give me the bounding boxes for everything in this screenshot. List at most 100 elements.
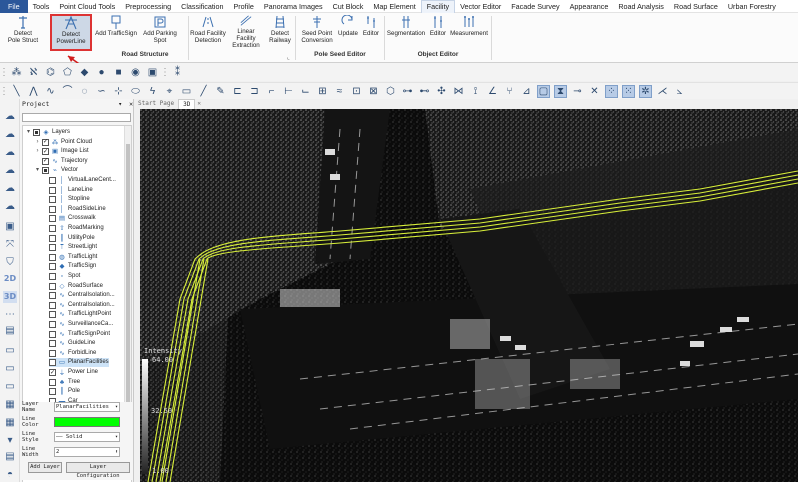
layer-visibility-checkbox[interactable]: ✓ [49, 369, 56, 376]
layer-visibility-checkbox[interactable] [49, 311, 56, 319]
layer-visibility-checkbox[interactable] [49, 273, 56, 280]
layer-tree-item[interactable]: │ LaneLine [49, 186, 93, 195]
measurement-button[interactable]: Measurement [450, 15, 488, 49]
line-style-select[interactable]: —— Solid ▾ [54, 432, 120, 442]
layer-visibility-checkbox[interactable] [49, 349, 56, 357]
dots-icon[interactable]: ⋯ [3, 309, 17, 321]
layer-tree-item[interactable]: ▫ Spot [49, 272, 80, 281]
rect-select-icon[interactable]: ■ [112, 66, 125, 79]
square-outline-icon[interactable]: ▣ [146, 66, 159, 79]
draw-split-icon[interactable]: ⟟ [469, 85, 482, 98]
detect-pole-struct-button[interactable]: Detect Pole Struct [4, 15, 42, 49]
layer-visibility-checkbox[interactable] [49, 215, 56, 223]
layer-tree-item[interactable]: ▭ PlanarFacilities [49, 358, 109, 368]
layer-visibility-checkbox[interactable] [49, 292, 56, 300]
menu-road-surface[interactable]: Road Surface [669, 0, 723, 13]
cloud-intensity-icon[interactable]: ☁ [3, 183, 17, 195]
layer-tree-item[interactable]: ⇧ RoadMarking [49, 224, 104, 233]
draw-vertex-icon[interactable]: ⊹ [112, 85, 125, 98]
tree-scrollbar[interactable] [124, 126, 131, 426]
expand-view-icon[interactable]: ⤧ [3, 239, 17, 251]
layer-tree-item[interactable]: ▾ ◈ Layers [25, 128, 70, 137]
view-3d-button[interactable]: 3D [3, 291, 17, 303]
layer-tree-item[interactable]: ◆ TrafficSign [49, 262, 96, 271]
layer-tree-item[interactable]: │ RoadSideLine [49, 205, 106, 214]
update-button[interactable]: Update [337, 15, 359, 49]
layer-visibility-checkbox[interactable] [49, 225, 56, 232]
draw-diagonal-icon[interactable]: ╱ [197, 85, 210, 98]
layer-visibility-checkbox[interactable] [49, 301, 56, 309]
rotate-points-icon[interactable]: ✲ [639, 84, 652, 98]
layer-tree-item[interactable]: ♣ Tree [49, 378, 80, 387]
add-parking-spot-button[interactable]: Add Parking Spot [140, 15, 180, 49]
circle-outline-icon[interactable]: ◉ [129, 66, 142, 79]
point-select-icon[interactable]: ⁂ [10, 66, 23, 79]
draw-corner-icon[interactable]: ⌙ [299, 85, 312, 98]
draw-step-icon[interactable]: ⌐ [265, 85, 278, 98]
split-window-icon[interactable]: ▭ [3, 363, 17, 375]
table-view-icon[interactable]: ▦ [3, 399, 17, 411]
layer-visibility-checkbox[interactable] [49, 282, 56, 290]
draw-pen-icon[interactable]: ✎ [214, 85, 227, 98]
layer-tree-item[interactable]: │ Stopline [49, 195, 90, 204]
road-facility-detection-button[interactable]: Road Facility Detection [190, 15, 226, 49]
angle-tool-icon[interactable]: ⦣ [673, 85, 686, 98]
draw-node-icon[interactable]: ⊶ [401, 85, 414, 98]
layer-visibility-checkbox[interactable] [49, 234, 56, 242]
draw-hexagon-icon[interactable]: ⬡ [384, 85, 397, 98]
layer-visibility-checkbox[interactable]: ✓ [42, 138, 49, 146]
layer-visibility-checkbox[interactable] [49, 205, 56, 213]
menu-vector-editor[interactable]: Vector Editor [455, 0, 506, 13]
draw-angle-icon[interactable]: ∠ [486, 85, 499, 98]
measure-icon[interactable]: ◓ [3, 469, 17, 481]
draw-box-icon[interactable]: ⊡ [350, 85, 363, 98]
layer-visibility-checkbox[interactable] [49, 359, 56, 367]
cross-lines-icon[interactable]: ✕ [588, 85, 601, 98]
menu-tools[interactable]: Tools [28, 0, 55, 13]
layer-visibility-checkbox[interactable] [49, 378, 56, 386]
pentagon-icon[interactable]: ⬠ [61, 66, 74, 79]
menu-panorama-images[interactable]: Panorama Images [259, 0, 328, 13]
draw-circle-icon[interactable]: ◌ [78, 85, 91, 98]
draw-polyline-icon[interactable]: ⋀ [27, 85, 40, 98]
draw-ruler-icon[interactable]: ⊢ [282, 85, 295, 98]
grid-view-icon[interactable]: ▦ [3, 417, 17, 429]
draw-branch-icon[interactable]: ⑂ [503, 85, 516, 98]
menu-appearance[interactable]: Appearance [565, 0, 614, 13]
layer-visibility-checkbox[interactable] [49, 177, 56, 184]
layer-tree-item[interactable]: │ VirtualLaneCent... [49, 176, 116, 185]
layer-configuration-button[interactable]: Layer Configuration [66, 462, 130, 479]
menu-road-analysis[interactable]: Road Analysis [613, 0, 669, 13]
layer-visibility-checkbox[interactable]: ✓ [42, 148, 49, 156]
layer-visibility-checkbox[interactable] [49, 244, 56, 252]
cloud-color-icon[interactable]: ☁ [3, 147, 17, 159]
add-traffic-sign-button[interactable]: Add TrafficSign [95, 15, 137, 49]
draw-wave-icon[interactable]: ≈ [333, 85, 346, 98]
tab-close-icon[interactable]: ✕ [195, 99, 203, 109]
add-layer-button[interactable]: Add Layer [28, 462, 62, 473]
layer-tree-item[interactable]: ∿ CentralIsolation... [49, 291, 115, 300]
draw-ellipse-icon[interactable]: ⬭ [129, 85, 142, 98]
layer-tree-item[interactable]: ∿ SurveillanceCa... [49, 320, 113, 329]
perspective-icon[interactable]: ⛉ [3, 257, 17, 269]
menu-map-element[interactable]: Map Element [368, 0, 420, 13]
dialog-launcher-icon[interactable]: ⌞ [287, 54, 290, 61]
layer-tree-item[interactable]: ┃ UtilityPole [49, 234, 95, 243]
menu-cut-block[interactable]: Cut Block [328, 0, 369, 13]
draw-grid-icon[interactable]: ⊞ [316, 85, 329, 98]
menu-urban-forestry[interactable]: Urban Forestry [723, 0, 781, 13]
segmentation-button[interactable]: Segmentation [386, 15, 426, 49]
layer-visibility-checkbox[interactable] [49, 196, 56, 204]
layer-visibility-checkbox[interactable] [49, 321, 56, 328]
layer-visibility-checkbox[interactable] [49, 340, 56, 348]
draw-connector-icon[interactable]: ⊐ [248, 85, 261, 98]
scale-points-icon[interactable]: ⁙ [622, 84, 635, 98]
layer-tree-item[interactable]: › ✓ ⁂ Point Cloud [34, 138, 92, 147]
layer-tree-item[interactable]: ⍑ StreetLight [49, 243, 97, 252]
draw-merge-icon[interactable]: ⋈ [452, 85, 465, 98]
point-cloud-scene[interactable] [140, 109, 798, 482]
draw-offset-icon[interactable]: ⊿ [520, 85, 533, 98]
panel-close-icon[interactable]: ✕ [129, 100, 133, 108]
cloud-icon[interactable]: ☁ [3, 111, 17, 123]
layer-visibility-checkbox[interactable] [49, 253, 56, 261]
